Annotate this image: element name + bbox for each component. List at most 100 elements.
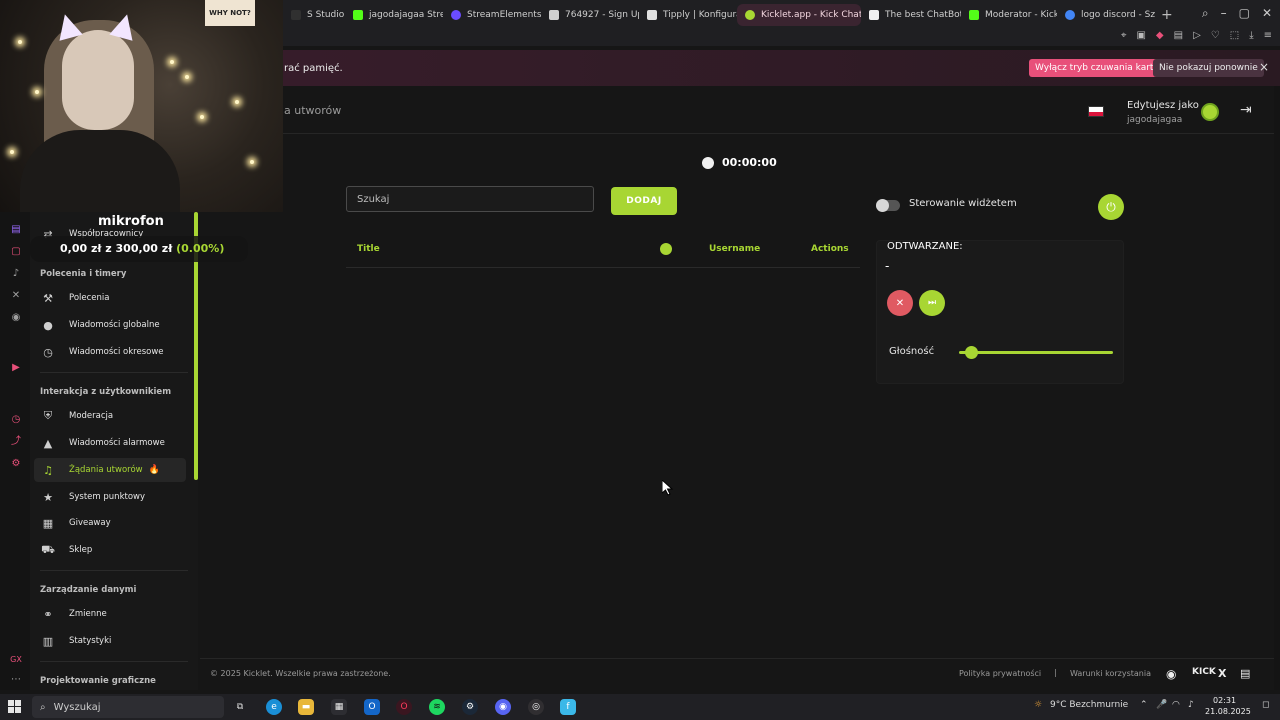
gx-icon[interactable]: GX [10,654,22,666]
sidebar-item-alert-messages[interactable]: ▲ Wiadomości alarmowe [34,431,186,455]
minimize-icon[interactable]: – [1221,6,1227,21]
avatar[interactable] [1201,103,1219,121]
power-button[interactable]: ⏻ [1098,194,1124,220]
sidebar-item-shop[interactable]: ⛟ Sklep [34,538,186,562]
fairy-light [18,40,22,44]
browser-tab[interactable]: S Studio — Po [283,4,345,26]
kick-icon[interactable]: ▢ [10,246,22,258]
taskbar-search[interactable]: ⌕ Wyszukaj [32,696,224,718]
kick-link[interactable]: KICK [1192,667,1216,677]
browser-tab[interactable]: Tipply | Konfigura [639,4,737,26]
page-scrollbar[interactable] [1274,86,1280,690]
settings-icon[interactable]: ⚙ [10,458,22,470]
download-icon[interactable]: ⤓ [1249,30,1253,41]
terms-link[interactable]: Warunki korzystania [1070,669,1151,678]
store-icon[interactable]: ▦ [331,699,347,715]
tabs-icon[interactable]: ▤ [1174,30,1183,41]
twitch-icon[interactable]: ▤ [10,224,22,236]
close-window-icon[interactable]: ✕ [1262,6,1272,21]
browser-tab-active[interactable]: Kicklet.app - Kick Chatbo [737,4,861,26]
poland-flag-icon[interactable] [1088,106,1104,117]
heart-icon[interactable]: ♡ [1211,30,1220,41]
browser-tab[interactable]: jagodajagaa Stre [345,4,443,26]
new-tab-button[interactable]: + [1161,7,1173,23]
wifi-icon[interactable]: ◠ [1172,700,1180,710]
history-icon[interactable]: ◷ [10,414,22,426]
chatbot-favicon-icon [869,10,879,20]
weather-text[interactable]: 9°C Bezchmurnie [1050,700,1128,710]
widget-control-toggle[interactable] [876,199,900,212]
box-icon[interactable]: ⬚ [1230,30,1239,41]
obs-icon[interactable]: ◎ [528,699,544,715]
close-circle-icon: ✕ [895,297,905,309]
share-icon[interactable]: ⤴ [10,436,22,448]
volume-slider-handle[interactable] [965,346,979,359]
sidebar-item-moderation[interactable]: ⛨ Moderacja [34,404,186,428]
discord-icon[interactable]: ◉ [495,699,511,715]
document-icon[interactable]: ▤ [1240,667,1250,680]
taskbar-time[interactable]: 02:31 [1213,696,1236,705]
volume-icon[interactable]: ♪ [1188,700,1194,710]
search-tabs-icon[interactable]: ⌕ [1202,6,1209,21]
column-title[interactable]: Title [357,244,380,254]
logout-icon[interactable]: ⇥ [1240,102,1252,118]
browser-tab[interactable]: logo discord - Sz [1057,4,1155,26]
browser-tab[interactable]: 764927 - Sign Up [541,4,639,26]
sidebar-item-variables[interactable]: ⚭ Zmienne [34,602,186,626]
menu-icon[interactable]: ≡ [1264,30,1272,41]
shield-icon[interactable]: ◆ [1156,30,1164,41]
sidebar-item-statistics[interactable]: ▥ Statystyki [34,629,186,653]
search-icon: ⌕ [40,701,46,713]
notifications-icon[interactable]: ◻ [1262,700,1269,710]
windows-logo-icon [8,700,14,706]
stop-button[interactable]: ✕ [887,290,913,316]
maximize-icon[interactable]: ▢ [1239,6,1250,21]
add-button[interactable]: DODAJ [611,187,677,215]
x-icon[interactable]: ✕ [10,290,22,302]
volume-slider[interactable] [959,346,1113,359]
app-icon[interactable]: f [560,699,576,715]
column-username[interactable]: Username [709,244,760,254]
fairy-light [170,60,174,64]
browser-tab[interactable]: The best ChatBot [861,4,961,26]
steam-icon[interactable]: ⚙ [462,699,478,715]
tiktok-icon[interactable]: ♪ [10,268,22,280]
discord-icon[interactable]: ◉ [1166,667,1176,681]
search-input[interactable] [346,186,594,212]
x-link[interactable]: X [1218,667,1226,680]
youtube-icon[interactable]: ▶ [10,362,22,374]
sidebar-item-periodic-messages[interactable]: ◷ Wiadomości okresowe [34,340,186,364]
sidebar-item-song-requests[interactable]: ♫ Żądania utworów 🔥 [34,458,186,482]
privacy-policy-link[interactable]: Polityka prywatności [959,669,1041,678]
start-button[interactable] [8,700,22,714]
pin-icon[interactable]: ⌖ [1121,30,1127,41]
section-label-interaction: Interakcja z użytkownikiem [40,387,172,397]
discord-icon[interactable]: ◉ [10,312,22,324]
task-view-icon[interactable]: ⧉ [232,699,248,715]
skip-button[interactable]: ⏭ [919,290,945,316]
screenshot-icon[interactable]: ▣ [1136,30,1145,41]
sidebar-item-points-system[interactable]: ★ System punktowy [34,485,186,509]
taskbar-date[interactable]: 21.08.2025 [1205,707,1251,716]
toolbar-icons: ⌖ ▣ ◆ ▤ ▷ ♡ ⬚ ⤓ ≡ [1121,30,1272,41]
sidebar-item-giveaway[interactable]: ▦ Giveaway [34,511,186,535]
outlook-icon[interactable]: O [364,699,380,715]
spotify-icon[interactable]: ≋ [429,699,445,715]
sidebar-item-global-messages[interactable]: ● Wiadomości globalne [34,313,186,337]
section-divider [40,372,188,373]
dont-show-again-button[interactable]: Nie pokazuj ponownie [1153,59,1264,77]
browser-tab[interactable]: Moderator - Kick [961,4,1057,26]
opera-gx-icon[interactable]: O [396,699,412,715]
disable-tab-sleep-button[interactable]: Wyłącz tryb czuwania karty [1029,59,1165,77]
microphone-icon[interactable]: 🎤 [1156,700,1167,710]
tray-chevron-icon[interactable]: ⌃ [1140,700,1148,710]
file-explorer-icon[interactable]: ▬ [298,699,314,715]
play-icon[interactable]: ▷ [1193,30,1201,41]
browser-tab[interactable]: StreamElements - [443,4,541,26]
window-controls: ⌕ – ▢ ✕ [1202,6,1272,21]
more-icon[interactable]: ⋯ [10,674,22,686]
sidebar-item-commands[interactable]: ⚒ Polecenia [34,286,186,310]
edge-icon[interactable]: e [266,699,282,715]
duration-column-clock-icon[interactable] [660,243,672,255]
close-icon[interactable]: × [1259,60,1269,74]
